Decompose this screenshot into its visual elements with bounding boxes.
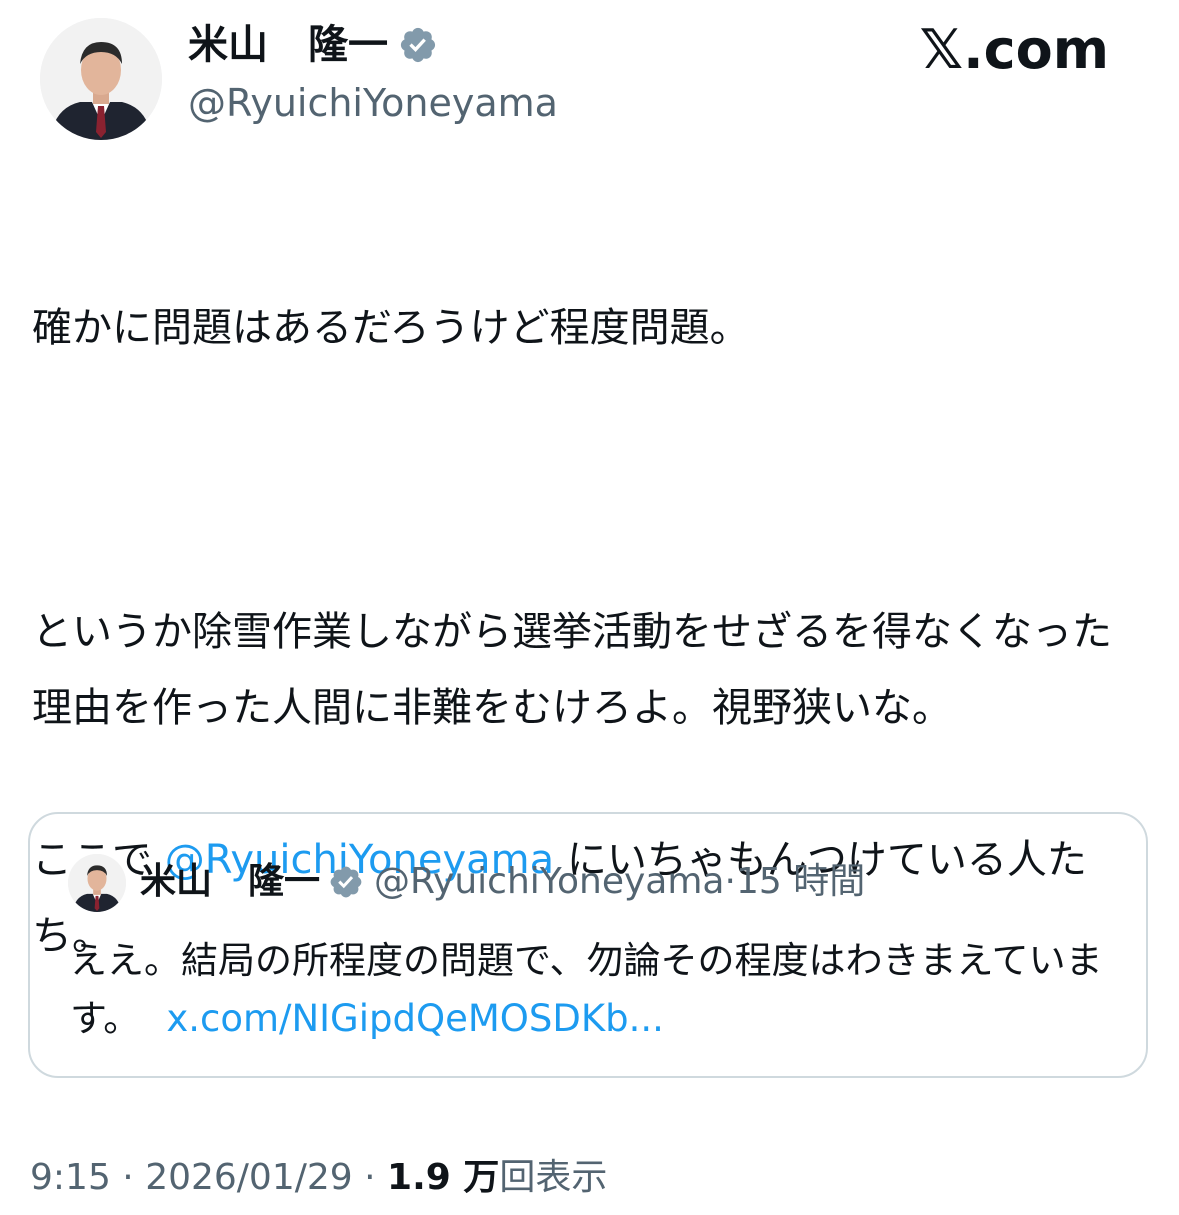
quoted-author-handle[interactable]: @RyuichiYoneyama bbox=[374, 852, 724, 912]
x-com-logo: 𝕏.com bbox=[919, 18, 1109, 81]
tweet-paragraph: 確かに問題はあるだろうけど程度問題。 bbox=[32, 305, 750, 351]
quoted-author-name[interactable]: 米山 隆一 bbox=[140, 852, 320, 912]
quoted-author-avatar[interactable] bbox=[68, 854, 126, 912]
author-handle[interactable]: @RyuichiYoneyama bbox=[188, 78, 558, 128]
tweet-spacer bbox=[32, 442, 1142, 518]
quoted-tweet-header: 米山 隆一 @RyuichiYoneyama · 15 時間 bbox=[140, 852, 865, 912]
author-name[interactable]: 米山 隆一 bbox=[188, 18, 388, 72]
dot-separator: · bbox=[724, 861, 736, 902]
meta-separator: · bbox=[110, 1157, 146, 1198]
quoted-timestamp[interactable]: 15 時間 bbox=[736, 852, 865, 912]
verified-badge-icon bbox=[330, 866, 362, 898]
tweet-paragraph: というか除雪作業しながら選挙活動をせざるを得なくなった理由を作った人間に非難をむ… bbox=[32, 609, 1112, 731]
verified-badge-icon bbox=[400, 27, 436, 63]
view-label: 回表示 bbox=[499, 1157, 608, 1198]
quoted-tweet-card[interactable]: 米山 隆一 @RyuichiYoneyama · 15 時間 ええ。結局の所程度… bbox=[28, 812, 1148, 1078]
tweet-date[interactable]: 2026/01/29 bbox=[145, 1157, 353, 1198]
meta-separator: · bbox=[352, 1157, 388, 1198]
author-name-row[interactable]: 米山 隆一 bbox=[188, 18, 438, 72]
tweet-meta: 9:15 · 2026/01/29 · 1.9 万回表示 bbox=[30, 1150, 607, 1206]
tweet-time[interactable]: 9:15 bbox=[30, 1157, 111, 1198]
view-count: 1.9 万 bbox=[387, 1157, 500, 1198]
quoted-tweet-text: ええ。結局の所程度の問題で、勿論その程度はわきまえています。 x.com/NIGi… bbox=[70, 932, 1120, 1048]
author-avatar[interactable] bbox=[40, 18, 162, 140]
quoted-url-link[interactable]: x.com/NIGipdQeMOSDKb... bbox=[166, 997, 664, 1040]
